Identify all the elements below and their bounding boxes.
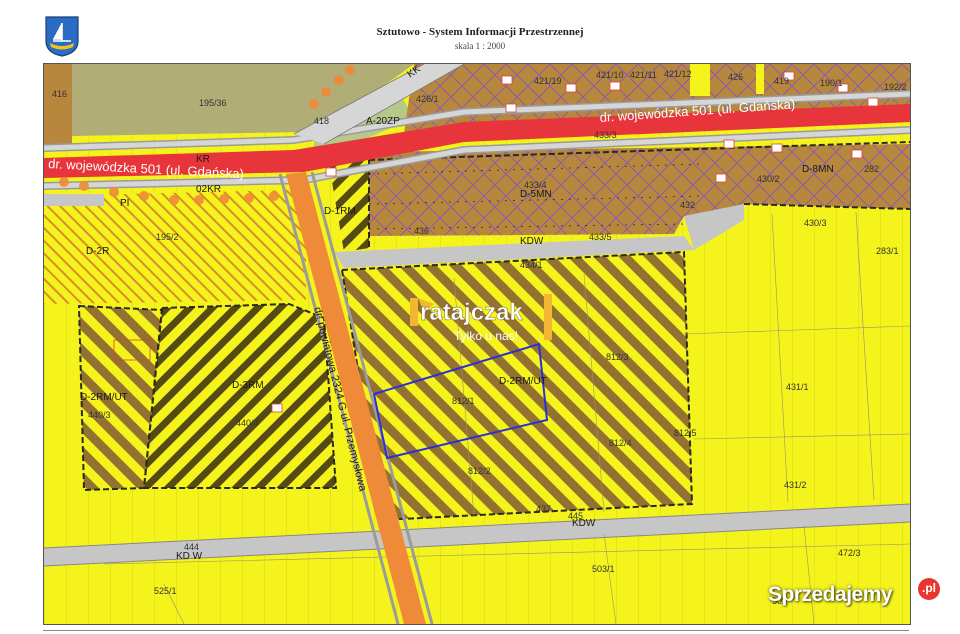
- parcel-440-3: 440/3: [88, 410, 111, 420]
- parcel-503-1: 503/1: [592, 564, 615, 574]
- parcel-419: 419: [774, 76, 789, 86]
- zone-label-d2rmut-left: D-2RM/UT: [80, 392, 128, 403]
- parcel-282: 282: [864, 164, 879, 174]
- parcel-421-11: 421/11: [630, 70, 657, 80]
- zone-label-a20zp: A-20ZP: [366, 116, 400, 127]
- parcel-195-36: 195/36: [199, 98, 227, 108]
- zone-label-kdw-lower: KD W: [176, 551, 203, 562]
- parcel-812-1: 812/1: [452, 396, 475, 406]
- watermark-suffix: .pl: [918, 578, 940, 600]
- page-header: Sztutowo - System Informacji Przestrzenn…: [0, 0, 960, 62]
- zone-label-d8mn: D-8MN: [802, 164, 834, 175]
- zone-d3rm-area: [144, 304, 336, 488]
- zone-label-kr-mid: 02KR: [196, 184, 221, 195]
- parcel-421-19: 421/19: [534, 76, 562, 86]
- zone-d2r-area: [44, 190, 306, 304]
- parcel-433-3: 433/3: [594, 130, 617, 140]
- logo-tagline: Tylko u nas!: [454, 329, 518, 343]
- parcel-426: 426: [728, 72, 743, 82]
- parcel-436: 436: [414, 226, 429, 236]
- parcel-440-4: 440/4: [236, 418, 259, 428]
- zone-label-d2rmut-main: D-2RM/UT: [499, 376, 547, 387]
- zone-label-kdw-upper: KDW: [520, 236, 544, 247]
- parcel-812-2: 812/2: [468, 466, 491, 476]
- parcel-472-3: 472/3: [838, 548, 861, 558]
- parcel-421-10: 421/10: [596, 70, 624, 80]
- watermark-site: Sprzedajemy: [768, 583, 893, 606]
- zone-label-d5mn: D-5MN: [520, 189, 552, 200]
- parcel-812-5: 812/5: [674, 428, 697, 438]
- parcel-426-1: 426/1: [416, 94, 439, 104]
- zone-label-d1rm: D-1RM: [324, 206, 356, 217]
- parcel-812-3: 812/3: [606, 352, 629, 362]
- parcel-812-4: 812/4: [609, 438, 632, 448]
- map-canvas: 416 195/36 195/2 418 426/1 421/19 421/10…: [44, 64, 910, 624]
- parcel-434-1: 434/1: [520, 260, 543, 270]
- page-title: Sztutowo - System Informacji Przestrzenn…: [376, 26, 584, 38]
- parcel-431-2: 431/2: [784, 480, 807, 490]
- parcel-433-5: 433/5: [589, 232, 612, 242]
- zone-label-d3rm: D-3RM: [232, 380, 264, 391]
- map-scale: skala 1 : 2000: [454, 41, 506, 51]
- zoning-map[interactable]: 416 195/36 195/2 418 426/1 421/19 421/10…: [43, 63, 911, 625]
- logo-wordmark: ratajczak: [420, 299, 523, 326]
- parcel-430-3: 430/3: [804, 218, 827, 228]
- parcel-430-2: 430/2: [757, 174, 780, 184]
- zone-label-kdw-right: KDW: [572, 518, 596, 529]
- parcel-190-1: 190/1: [820, 78, 843, 88]
- parcel-432: 432: [680, 200, 695, 210]
- parcel-283-1: 283/1: [876, 246, 899, 256]
- zone-label-d2r: D-2R: [86, 246, 109, 257]
- parcel-195-2: 195/2: [156, 232, 179, 242]
- parcel-418: 418: [314, 116, 329, 126]
- parcel-416: 416: [52, 89, 67, 99]
- parcel-421-12: 421/12: [664, 69, 692, 79]
- parcel-192-2: 192/2: [884, 82, 907, 92]
- parcel-437: 437: [536, 504, 551, 514]
- zone-label-pi: PI: [120, 198, 129, 209]
- parcel-431-1: 431/1: [786, 382, 809, 392]
- footer-divider: [43, 630, 909, 631]
- parcel-525-1: 525/1: [154, 586, 177, 596]
